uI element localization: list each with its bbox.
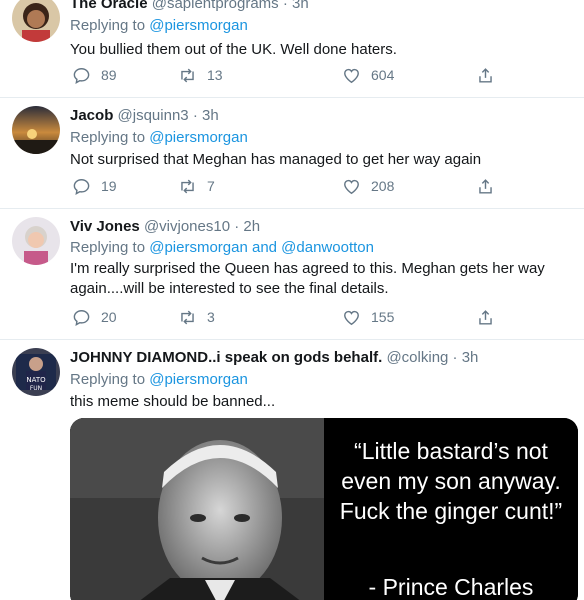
- tweet-text-line: I'm really surprised the Queen has agree…: [70, 260, 545, 277]
- reply-count: 20: [101, 309, 117, 325]
- share-button[interactable]: [476, 65, 495, 85]
- tweet-actions: 19 7 208: [72, 176, 512, 196]
- tweet-text: this meme should be banned...: [70, 392, 574, 412]
- retweet-icon: [181, 68, 194, 82]
- retweet-icon: [181, 179, 194, 193]
- tweet-text-line: You bullied them out of the UK. Well don…: [70, 41, 397, 58]
- tweet-text: I'm really surprised the Queen has agree…: [70, 259, 574, 299]
- mention-link[interactable]: @piersmorgan: [149, 129, 248, 146]
- tweet-header: JOHNNY DIAMOND..i speak on gods behalf. …: [70, 348, 574, 368]
- share-icon: [479, 67, 492, 83]
- reply-icon: [73, 309, 90, 326]
- retweet-count: 3: [207, 309, 215, 325]
- replying-to: Replying to @piersmorgan: [70, 128, 574, 148]
- like-button[interactable]: 208: [342, 176, 394, 196]
- meme-caption: “Little bastard’s not even my son anyway…: [324, 418, 578, 600]
- replying-to: Replying to @piersmorgan: [70, 16, 574, 36]
- separator-dot: ·: [234, 218, 240, 235]
- heart-icon: [344, 179, 359, 194]
- share-button[interactable]: [476, 307, 495, 327]
- meme-quote-line: even my son anyway.: [341, 468, 561, 494]
- retweet-button[interactable]: 3: [178, 307, 215, 327]
- tweet[interactable]: Jacob @jsquinn3 · 3h Replying to @piersm…: [0, 98, 584, 209]
- tweet-text-line: Not surprised that Meghan has managed to…: [70, 151, 482, 168]
- avatar[interactable]: [12, 106, 60, 154]
- display-name[interactable]: JOHNNY DIAMOND..i speak on gods behalf.: [70, 349, 382, 366]
- timestamp[interactable]: 3h: [202, 107, 219, 124]
- retweet-icon: [181, 310, 194, 324]
- replying-label: Replying to: [70, 239, 150, 256]
- reply-button[interactable]: 19: [72, 176, 117, 196]
- display-name[interactable]: The Oracle: [70, 0, 148, 12]
- reply-icon: [73, 67, 90, 84]
- avatar[interactable]: [12, 0, 60, 42]
- reply-icon: [73, 178, 90, 195]
- display-name[interactable]: Jacob: [70, 107, 113, 124]
- tweet-actions: 20 3 155: [72, 307, 512, 327]
- share-icon: [479, 309, 492, 325]
- retweet-button[interactable]: 13: [178, 65, 223, 85]
- mention-link[interactable]: @piersmorgan: [149, 17, 248, 34]
- retweet-button[interactable]: 7: [178, 176, 215, 196]
- replying-to: Replying to @piersmorgan: [70, 370, 574, 390]
- tweet-header: Jacob @jsquinn3 · 3h: [70, 106, 574, 126]
- avatar-text: FUN: [30, 385, 42, 392]
- share-button[interactable]: [476, 176, 495, 196]
- tweet-text-line: again....will be interested to see the f…: [70, 280, 389, 297]
- like-button[interactable]: 155: [342, 307, 394, 327]
- mention-link[interactable]: @piersmorgan and @danwootton: [149, 239, 374, 256]
- mention-link[interactable]: @piersmorgan: [149, 371, 248, 388]
- meme-quote: “Little bastard’s not even my son anyway…: [324, 436, 578, 526]
- share-icon: [479, 178, 492, 194]
- heart-icon: [344, 310, 359, 325]
- replying-label: Replying to: [70, 371, 150, 388]
- meme-attribution: - Prince Charles: [368, 574, 534, 600]
- avatar[interactable]: NATO FUN: [12, 348, 60, 396]
- timestamp[interactable]: 3h: [462, 349, 479, 366]
- separator-dot: ·: [452, 349, 458, 366]
- like-count: 208: [371, 178, 395, 194]
- meme-quote-line: “Little bastard’s not: [354, 438, 548, 464]
- replying-label: Replying to: [70, 129, 150, 146]
- tweet[interactable]: Viv Jones @vivjones10 · 2h Replying to @…: [0, 209, 584, 340]
- tweet-media-image[interactable]: “Little bastard’s not even my son anyway…: [70, 418, 578, 600]
- tweet-text-line: this meme should be banned...: [70, 393, 276, 410]
- tweet-actions: 89 13 604: [72, 65, 512, 85]
- user-handle[interactable]: @jsquinn3: [118, 107, 189, 124]
- avatar[interactable]: [12, 217, 60, 265]
- like-button[interactable]: 604: [342, 65, 394, 85]
- separator-dot: ·: [192, 107, 198, 124]
- replying-to: Replying to @piersmorgan and @danwootton: [70, 238, 574, 258]
- tweet-header: The Oracle @sapientprograms · 3h: [70, 0, 574, 14]
- tweet-text: Not surprised that Meghan has managed to…: [70, 150, 574, 170]
- timestamp[interactable]: 2h: [243, 218, 260, 235]
- retweet-count: 13: [207, 67, 223, 83]
- replying-label: Replying to: [70, 17, 150, 34]
- user-handle[interactable]: @vivjones10: [144, 218, 230, 235]
- retweet-count: 7: [207, 178, 215, 194]
- tweet-text: You bullied them out of the UK. Well don…: [70, 40, 574, 60]
- user-handle[interactable]: @colking: [386, 349, 448, 366]
- timestamp[interactable]: 3h: [292, 0, 309, 12]
- avatar-text: NATO: [26, 376, 46, 384]
- reply-button[interactable]: 89: [72, 65, 117, 85]
- tweet-header: Viv Jones @vivjones10 · 2h: [70, 217, 574, 237]
- display-name[interactable]: Viv Jones: [70, 218, 140, 235]
- reply-count: 19: [101, 178, 117, 194]
- meme-photo: [70, 418, 324, 600]
- reply-count: 89: [101, 67, 117, 83]
- meme-quote-line: Fuck the ginger cunt!”: [339, 498, 563, 524]
- like-count: 155: [371, 309, 395, 325]
- reply-button[interactable]: 20: [72, 307, 117, 327]
- tweet[interactable]: The Oracle @sapientprograms · 3h Replyin…: [0, 0, 584, 98]
- user-handle[interactable]: @sapientprograms: [152, 0, 279, 12]
- heart-icon: [344, 68, 359, 83]
- separator-dot: ·: [282, 0, 288, 12]
- like-count: 604: [371, 67, 395, 83]
